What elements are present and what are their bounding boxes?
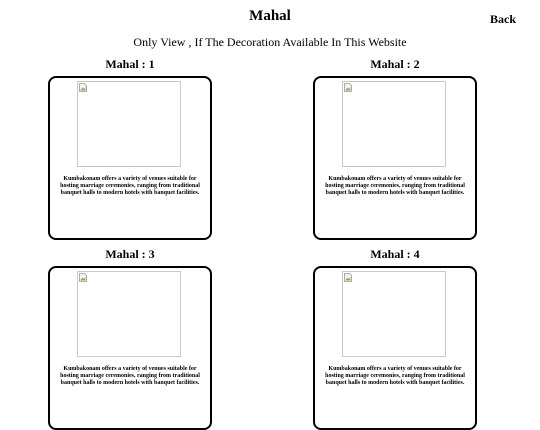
mahal-card: Kumbakonam offers a variety of venues su…: [48, 76, 212, 240]
page-subtitle: Only View , If The Decoration Available …: [133, 35, 407, 49]
broken-image-icon: [79, 83, 87, 92]
broken-image-icon: [344, 83, 352, 92]
mahal-heading: Mahal : 2: [370, 57, 420, 71]
mahal-image: [342, 271, 446, 357]
mahal-card: Kumbakonam offers a variety of venues su…: [313, 266, 477, 430]
mahal-description: Kumbakonam offers a variety of venues su…: [60, 366, 200, 386]
back-link[interactable]: Back: [490, 12, 516, 27]
mahal-card: Kumbakonam offers a variety of venues su…: [313, 76, 477, 240]
page-title: Mahal: [249, 8, 291, 24]
broken-image-icon: [344, 273, 352, 282]
mahal-item-1: Mahal : 1 Kumbakonam offers a variety of…: [48, 56, 212, 240]
mahal-description: Kumbakonam offers a variety of venues su…: [60, 176, 200, 196]
broken-image-icon: [79, 273, 87, 282]
mahal-card: Kumbakonam offers a variety of venues su…: [48, 266, 212, 430]
mahal-image: [342, 81, 446, 167]
mahal-image: [77, 81, 181, 167]
mahal-item-3: Mahal : 3 Kumbakonam offers a variety of…: [48, 246, 212, 430]
mahal-heading: Mahal : 4: [370, 247, 420, 261]
mahal-description: Kumbakonam offers a variety of venues su…: [325, 366, 465, 386]
mahal-item-2: Mahal : 2 Kumbakonam offers a variety of…: [313, 56, 477, 240]
mahal-heading: Mahal : 3: [105, 247, 155, 261]
mahal-heading: Mahal : 1: [105, 57, 155, 71]
mahal-description: Kumbakonam offers a variety of venues su…: [325, 176, 465, 196]
mahal-image: [77, 271, 181, 357]
mahal-item-4: Mahal : 4 Kumbakonam offers a variety of…: [313, 246, 477, 430]
